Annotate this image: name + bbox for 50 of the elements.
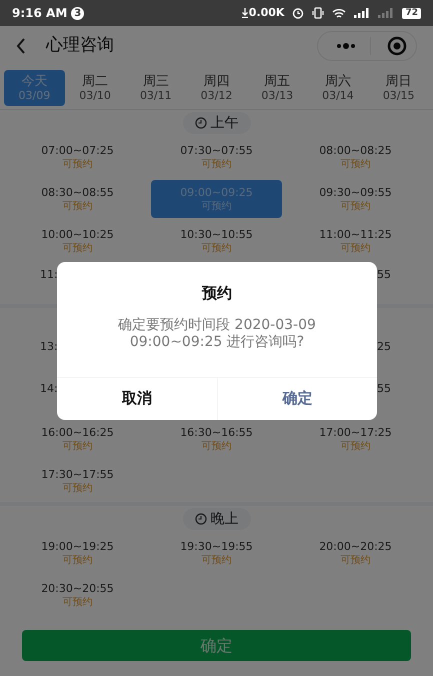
vibrate-icon bbox=[312, 7, 324, 19]
time-slot[interactable]: 08:30~08:55 可预约 bbox=[12, 180, 143, 218]
network-speed: 0.00K bbox=[248, 4, 284, 21]
notification-badge: 3 bbox=[71, 6, 84, 20]
download-icon bbox=[242, 8, 248, 18]
page-title: 心理咨询 bbox=[46, 34, 114, 58]
wifi-icon bbox=[332, 8, 346, 18]
day-tab[interactable]: 周四 03/12 bbox=[186, 70, 247, 106]
back-icon[interactable] bbox=[16, 38, 26, 54]
section-label: 上午 bbox=[210, 114, 238, 132]
day-tab[interactable]: 周二 03/10 bbox=[64, 70, 126, 106]
alarm-icon bbox=[292, 7, 304, 19]
day-tab[interactable]: 周日 03/15 bbox=[368, 70, 430, 106]
signal-icon bbox=[354, 8, 370, 18]
time-slot-label: 25 bbox=[377, 340, 391, 354]
dialog-title: 预约 bbox=[200, 283, 233, 304]
time-slot[interactable]: 17:00~17:25 可预约 bbox=[290, 420, 421, 458]
time-slot[interactable]: 11:00~11:25 可预约 bbox=[290, 222, 421, 260]
clock-icon bbox=[194, 117, 206, 129]
time-slot[interactable]: 20:30~20:55 可预约 bbox=[12, 576, 143, 614]
battery-indicator: 72 bbox=[402, 8, 421, 18]
time-slot[interactable]: 20:00~20:25 可预约 bbox=[290, 534, 421, 572]
time-slot[interactable]: 07:00~07:25 可预约 bbox=[12, 138, 143, 176]
day-tab[interactable]: 周三 03/11 bbox=[125, 70, 186, 106]
cancel-button[interactable]: 取消 bbox=[57, 378, 216, 420]
time-slot-label: 13: bbox=[40, 340, 58, 354]
clock-icon bbox=[194, 513, 206, 525]
time-slot-label: 55 bbox=[377, 268, 391, 282]
time-slot-label: 14: bbox=[40, 382, 58, 396]
time-slot[interactable]: 16:00~16:25 可预约 bbox=[12, 420, 143, 458]
confirm-button[interactable]: 确定 bbox=[216, 378, 377, 420]
time-slot[interactable]: 07:30~07:55 可预约 bbox=[151, 138, 282, 176]
time-slot-label: 11: bbox=[40, 268, 58, 282]
more-icon[interactable] bbox=[336, 43, 356, 49]
time-slot[interactable]: 19:30~19:55 可预约 bbox=[151, 534, 282, 572]
time-slot[interactable]: 08:00~08:25 可预约 bbox=[290, 138, 421, 176]
time-slot[interactable]: 09:30~09:55 可预约 bbox=[290, 180, 421, 218]
target-icon[interactable] bbox=[387, 36, 407, 56]
time-slot[interactable]: 19:00~19:25 可预约 bbox=[12, 534, 143, 572]
day-tab[interactable]: 周五 03/13 bbox=[246, 70, 308, 106]
time-slot[interactable]: 17:30~17:55 可预约 bbox=[12, 462, 143, 500]
dialog-message: 确定要预约时间段 2020-03-09 09:00~09:25 进行咨询吗? bbox=[117, 316, 317, 350]
time-slot[interactable]: 10:30~10:55 可预约 bbox=[151, 222, 282, 260]
time-slot-label: 55 bbox=[377, 382, 391, 396]
time-slot[interactable]: 16:30~16:55 可预约 bbox=[151, 420, 282, 458]
signal-icon bbox=[378, 8, 394, 18]
time-slot[interactable]: 10:00~10:25 可预约 bbox=[12, 222, 143, 260]
section-label: 晚上 bbox=[210, 510, 238, 528]
status-time: 9:16 AM bbox=[12, 5, 68, 22]
day-tab[interactable]: 周六 03/14 bbox=[308, 70, 368, 106]
